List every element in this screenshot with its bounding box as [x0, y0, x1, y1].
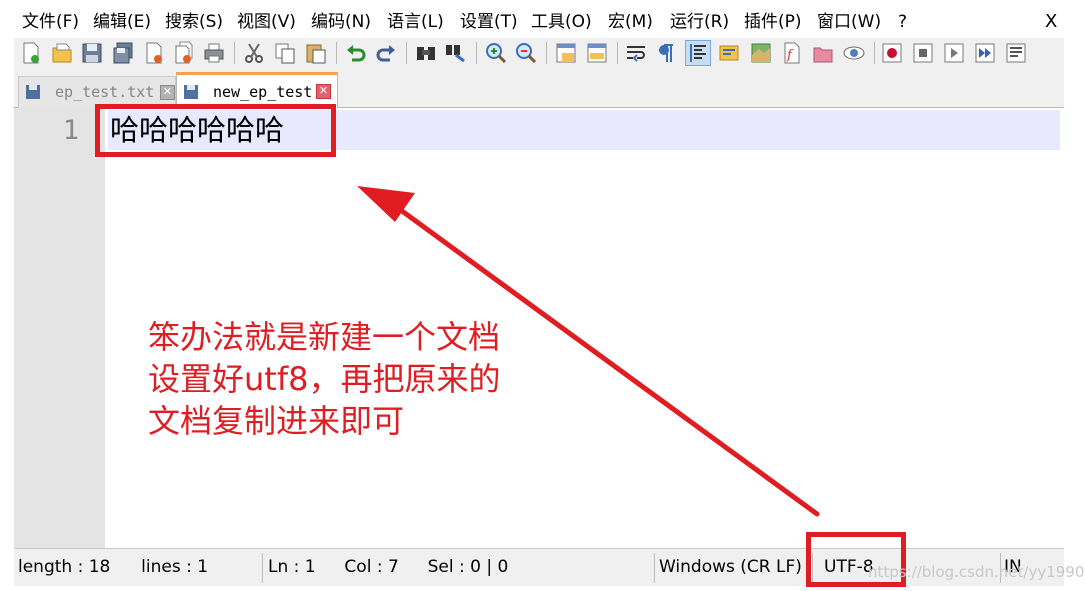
annotation-text: 笨办法就是新建一个文档 设置好utf8，再把原来的 文档复制进来即可 [148, 316, 500, 442]
close-window-button[interactable]: X [1045, 10, 1057, 34]
close-icon[interactable] [142, 41, 166, 65]
menu-file[interactable]: 文件(F) [22, 10, 79, 34]
find-icon[interactable] [414, 41, 438, 65]
menu-run[interactable]: 运行(R) [670, 10, 729, 34]
new-file-icon[interactable] [19, 41, 43, 65]
copy-icon[interactable] [273, 41, 297, 65]
replace-icon[interactable] [444, 41, 468, 65]
status-sel: Sel : 0 | 0 [427, 557, 509, 577]
record-macro-icon[interactable] [880, 41, 904, 65]
indent-guide-icon[interactable] [685, 40, 711, 66]
menu-plugins[interactable]: 插件(P) [744, 10, 802, 34]
status-length-value: length : 18 [18, 557, 111, 577]
toolbar-separator [476, 42, 477, 64]
close-all-icon[interactable] [172, 41, 196, 65]
status-lines-value: lines : 1 [141, 557, 209, 577]
run-macro-multiple-icon[interactable] [973, 41, 997, 65]
sync-vertical-icon[interactable] [554, 41, 578, 65]
paste-icon[interactable] [304, 41, 328, 65]
zoom-in-icon[interactable] [484, 41, 508, 65]
tab-new-ep-test[interactable]: new_ep_test ✕ [176, 72, 338, 108]
toolbar-separator [546, 42, 547, 64]
zoom-out-icon[interactable] [514, 41, 538, 65]
status-divider [262, 553, 263, 583]
redo-icon[interactable] [374, 41, 398, 65]
status-position: Ln : 1 Col : 7 Sel : 0 | 0 [264, 549, 654, 586]
stop-record-icon[interactable] [911, 41, 935, 65]
annotation-highlight-box [95, 104, 336, 157]
sync-horizontal-icon[interactable] [585, 41, 609, 65]
line-number-gutter: 1 [14, 108, 105, 548]
tab-bar: ep_test.txt ✕ new_ep_test ✕ [14, 68, 1064, 108]
toolbar-separator [234, 42, 235, 64]
menu-macro[interactable]: 宏(M) [608, 10, 653, 34]
status-col: Col : 7 [344, 557, 399, 577]
annotation-line: 文档复制进来即可 [148, 402, 405, 440]
menu-bar: 文件(F) 编辑(E) 搜索(S) 视图(V) 编码(N) 语言(L) 设置(T… [0, 0, 1085, 38]
status-length: length : 18 lines : 1 [14, 549, 260, 586]
fold-margin [105, 108, 108, 548]
tab-close-icon[interactable]: ✕ [160, 85, 175, 100]
cut-icon[interactable] [242, 41, 266, 65]
show-all-characters-icon[interactable] [654, 41, 678, 65]
saved-file-icon [26, 85, 40, 99]
menu-help[interactable]: ? [898, 10, 907, 34]
status-ln: Ln : 1 [268, 557, 316, 577]
save-macro-icon[interactable] [1004, 41, 1028, 65]
line-number: 1 [62, 115, 79, 146]
document-map-icon[interactable] [749, 41, 773, 65]
menu-edit[interactable]: 编辑(E) [93, 10, 151, 34]
menu-language[interactable]: 语言(L) [387, 10, 444, 34]
menu-encoding[interactable]: 编码(N) [311, 10, 371, 34]
toolbar-separator [874, 42, 875, 64]
save-all-icon[interactable] [111, 41, 135, 65]
function-list-icon[interactable]: f [780, 41, 804, 65]
toolbar-separator [617, 42, 618, 64]
menu-window[interactable]: 窗口(W) [817, 10, 881, 34]
annotation-line: 笨办法就是新建一个文档 [148, 318, 501, 356]
save-icon[interactable] [80, 41, 104, 65]
status-eol[interactable]: Windows (CR LF) [655, 549, 810, 586]
menu-search[interactable]: 搜索(S) [165, 10, 223, 34]
tab-label: new_ep_test [213, 83, 313, 101]
play-macro-icon[interactable] [942, 41, 966, 65]
word-wrap-icon[interactable] [624, 41, 648, 65]
annotation-line: 设置好utf8，再把原来的 [148, 360, 501, 398]
tab-close-icon[interactable]: ✕ [316, 84, 331, 99]
open-file-icon[interactable] [50, 41, 74, 65]
menu-tools[interactable]: 工具(O) [531, 10, 592, 34]
undo-icon[interactable] [344, 41, 368, 65]
menu-view[interactable]: 视图(V) [237, 10, 296, 34]
toolbar: f [14, 38, 1064, 68]
saved-file-icon [184, 85, 198, 99]
toolbar-separator [336, 42, 337, 64]
folder-workspace-icon[interactable] [811, 41, 835, 65]
user-language-icon[interactable] [717, 41, 741, 65]
print-icon[interactable] [202, 41, 226, 65]
toolbar-separator [406, 42, 407, 64]
monitoring-icon[interactable] [842, 41, 866, 65]
menu-settings[interactable]: 设置(T) [460, 10, 518, 34]
watermark: https://blog.csdn.net/yy1990 [868, 563, 1085, 581]
tab-label: ep_test.txt [55, 83, 155, 101]
